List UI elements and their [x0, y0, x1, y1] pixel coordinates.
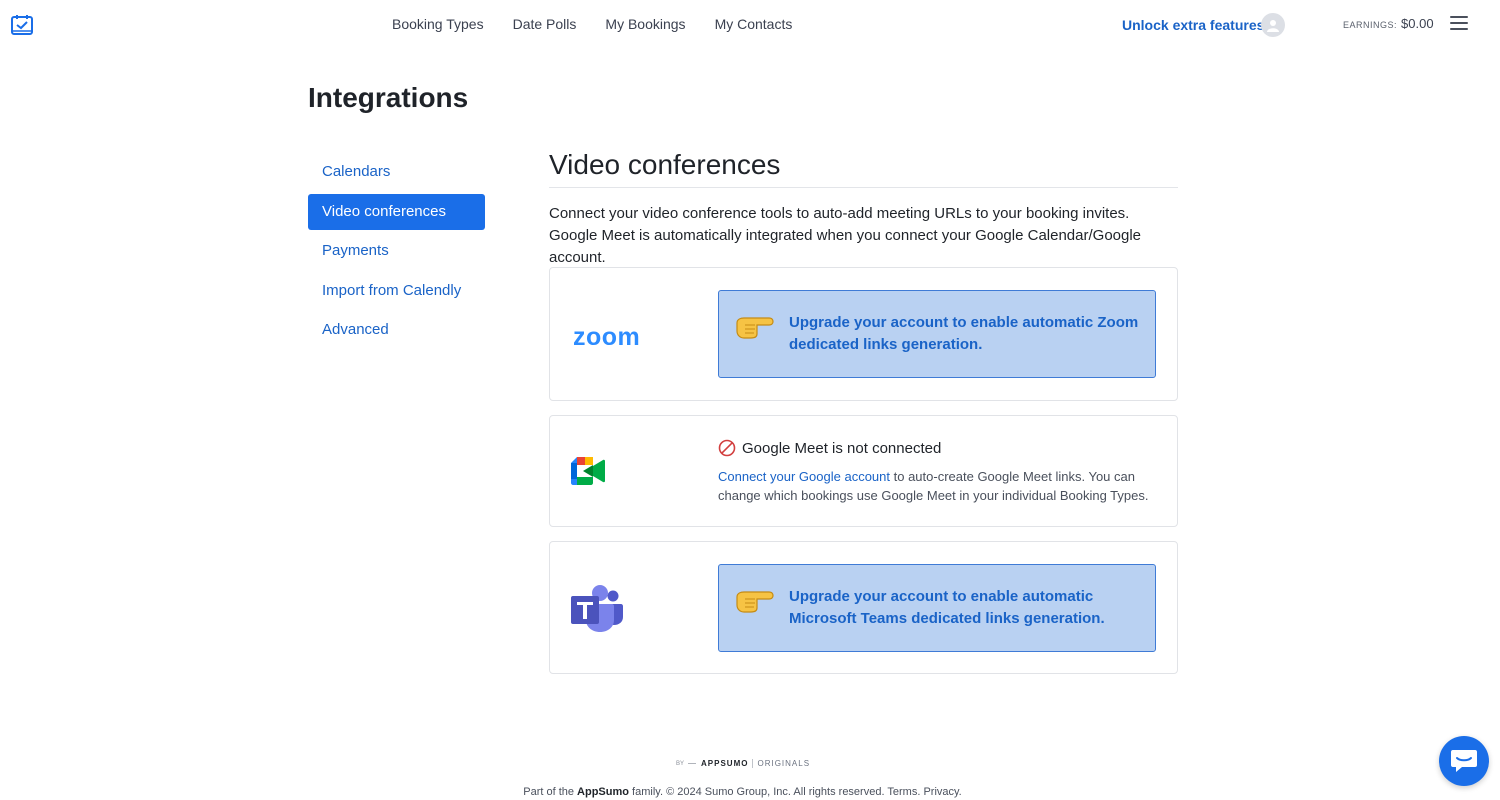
- teams-upgrade-link[interactable]: Upgrade your account to enable automatic…: [789, 586, 1139, 630]
- avatar[interactable]: [1261, 13, 1285, 37]
- sidebar-item-calendars[interactable]: Calendars: [308, 154, 485, 190]
- nav-my-contacts[interactable]: My Contacts: [715, 16, 793, 32]
- footer-copyright: Part of the AppSumo family. © 2024 Sumo …: [523, 786, 962, 798]
- zoom-card: zoom Upgrade your account to enable auto…: [549, 267, 1178, 401]
- teams-upgrade-notice[interactable]: Upgrade your account to enable automatic…: [718, 564, 1156, 652]
- zoom-logo: zoom: [573, 323, 641, 351]
- pointing-hand-icon: [736, 591, 774, 613]
- footer-originals: ORIGINALS: [757, 759, 811, 768]
- sidebar-item-payments[interactable]: Payments: [308, 233, 485, 269]
- pointing-hand-icon: [736, 317, 774, 339]
- prohibited-icon: [718, 439, 736, 457]
- google-meet-card: Google Meet is not connected Connect you…: [549, 415, 1178, 527]
- meet-description: Connect your Google account to auto-crea…: [718, 467, 1158, 505]
- video-conferences-section: Video conferences Connect your video con…: [549, 146, 1178, 269]
- earnings-label: EARNINGS:: [1343, 20, 1398, 30]
- earnings-value: $0.00: [1401, 16, 1434, 31]
- hamburger-icon[interactable]: [1450, 16, 1470, 34]
- section-description: Connect your video conference tools to a…: [549, 205, 1142, 266]
- integrations-sidebar: Calendars Video conferences Payments Imp…: [308, 154, 485, 352]
- footer-privacy-link[interactable]: Privacy.: [923, 786, 961, 798]
- unlock-features-link[interactable]: Unlock extra features!: [1122, 17, 1269, 33]
- earnings-display[interactable]: EARNINGS: $0.00: [1343, 16, 1434, 31]
- footer-appsumo-brand: APPSUMO: [701, 759, 749, 768]
- appsumo-originals-logo[interactable]: BY APPSUMO ORIGINALS: [676, 759, 810, 768]
- page-title: Integrations: [308, 82, 469, 113]
- user-icon: [1267, 20, 1279, 32]
- footer-appsumo-link[interactable]: AppSumo: [577, 786, 629, 798]
- top-header: Booking Types Date Polls My Bookings My …: [0, 0, 1500, 50]
- connect-google-account-link[interactable]: Connect your Google account: [718, 469, 890, 484]
- footer-by: BY: [676, 760, 685, 767]
- meet-status: Google Meet is not connected: [718, 439, 941, 457]
- sidebar-item-video-conferences[interactable]: Video conferences: [308, 193, 485, 230]
- chat-button[interactable]: [1439, 736, 1489, 786]
- nav-booking-types[interactable]: Booking Types: [392, 16, 484, 32]
- nav-my-bookings[interactable]: My Bookings: [605, 16, 685, 32]
- calendar-check-icon[interactable]: [10, 13, 34, 37]
- section-title: Video conferences: [549, 146, 1178, 188]
- nav-date-polls[interactable]: Date Polls: [513, 16, 577, 32]
- sidebar-item-advanced[interactable]: Advanced: [308, 312, 485, 348]
- sidebar-item-import-calendly[interactable]: Import from Calendly: [308, 273, 485, 309]
- microsoft-teams-logo-icon: [571, 585, 623, 632]
- microsoft-teams-card: Upgrade your account to enable automatic…: [549, 541, 1178, 674]
- zoom-upgrade-notice[interactable]: Upgrade your account to enable automatic…: [718, 290, 1156, 378]
- chat-bubble-icon: [1451, 750, 1477, 772]
- zoom-upgrade-link[interactable]: Upgrade your account to enable automatic…: [789, 312, 1139, 356]
- google-meet-logo-icon: [571, 457, 605, 485]
- meet-status-text: Google Meet is not connected: [742, 439, 942, 457]
- footer-terms-link[interactable]: Terms.: [887, 786, 920, 798]
- main-nav: Booking Types Date Polls My Bookings My …: [392, 16, 821, 32]
